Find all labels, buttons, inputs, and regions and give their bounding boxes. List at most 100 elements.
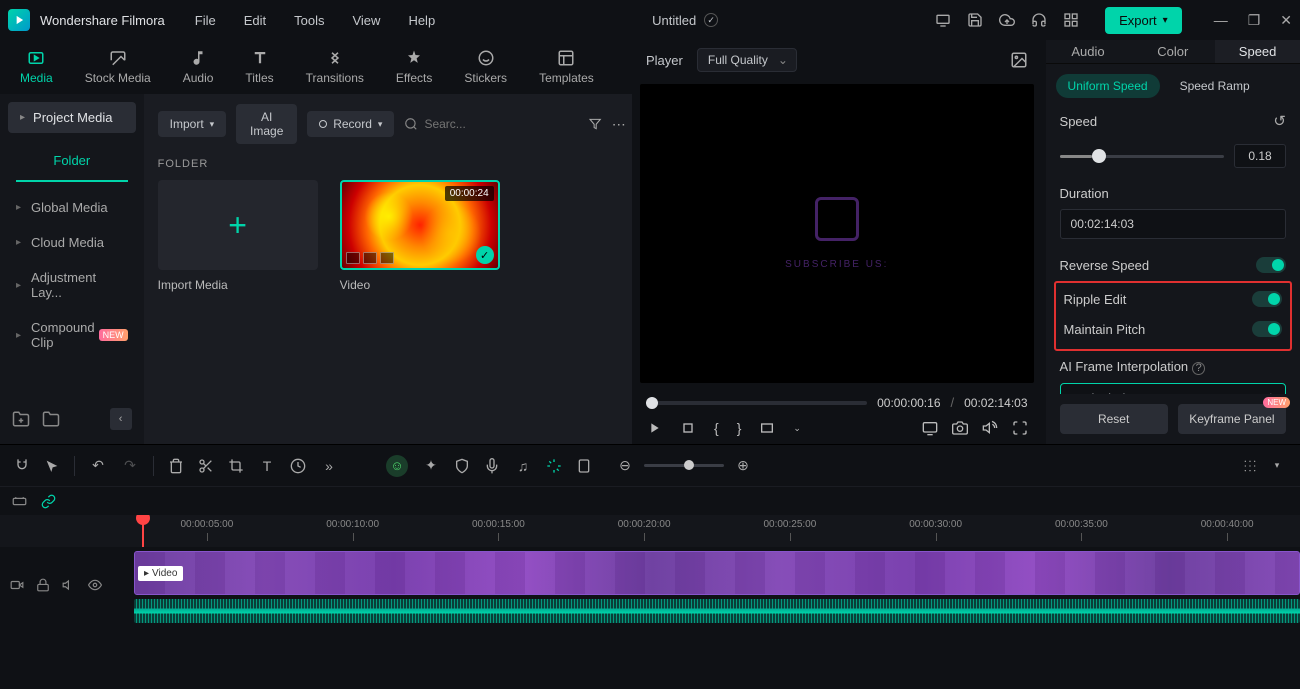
fullscreen-icon[interactable] — [1012, 420, 1028, 436]
minimize-button[interactable]: — — [1214, 12, 1228, 29]
settings-dropdown-icon[interactable]: ▾ — [1268, 460, 1286, 471]
speed-icon[interactable] — [290, 458, 306, 474]
sidebar-global-media[interactable]: Global Media — [0, 190, 144, 225]
folder-tab[interactable]: Folder — [16, 141, 128, 182]
import-media-box[interactable]: + — [158, 180, 318, 270]
tab-effects[interactable]: Effects — [396, 49, 432, 85]
pointer-icon[interactable] — [44, 458, 60, 474]
magnet-icon[interactable] — [14, 458, 30, 474]
ai-image-button[interactable]: AI Image — [236, 104, 297, 144]
tab-media[interactable]: Media — [20, 49, 53, 85]
menu-edit[interactable]: Edit — [244, 13, 266, 28]
tab-templates[interactable]: Templates — [539, 49, 594, 85]
zoom-slider[interactable] — [644, 464, 724, 467]
preview-scrubber[interactable] — [646, 401, 867, 405]
reverse-toggle[interactable] — [1256, 257, 1286, 273]
volume-icon[interactable] — [982, 420, 998, 436]
search-box[interactable] — [404, 117, 579, 131]
undo-icon[interactable]: ↶ — [89, 457, 107, 474]
menu-tools[interactable]: Tools — [294, 13, 324, 28]
menu-file[interactable]: File — [195, 13, 216, 28]
delete-icon[interactable] — [168, 458, 184, 474]
play-button[interactable] — [646, 420, 662, 436]
scrubber-head[interactable] — [646, 397, 658, 409]
more-tools-icon[interactable]: » — [320, 458, 338, 474]
record-button[interactable]: Record▾ — [307, 111, 394, 137]
audio-sync-icon[interactable]: ♫ — [514, 458, 532, 474]
more-icon[interactable]: ⋯ — [612, 116, 626, 133]
speed-slider[interactable] — [1060, 155, 1224, 158]
pitch-toggle[interactable] — [1252, 321, 1282, 337]
auto-beat-icon[interactable] — [546, 458, 562, 474]
text-icon[interactable]: T — [258, 458, 276, 474]
playhead[interactable] — [142, 515, 144, 547]
track-video-icon[interactable] — [10, 578, 24, 592]
preview-screen[interactable]: SUBSCRIBE US: — [640, 84, 1034, 383]
reset-button[interactable]: Reset — [1060, 404, 1168, 434]
search-input[interactable] — [424, 117, 579, 131]
sidebar-adjustment-layer[interactable]: Adjustment Lay... — [0, 260, 144, 310]
grid-icon[interactable] — [1242, 458, 1258, 474]
mark-in-button[interactable]: { — [714, 420, 719, 436]
device-icon[interactable] — [935, 12, 951, 28]
audio-clip[interactable] — [134, 599, 1300, 623]
close-button[interactable]: ✕ — [1280, 12, 1292, 29]
prop-tab-audio[interactable]: Audio — [1046, 40, 1131, 63]
track-mute-icon[interactable] — [62, 578, 76, 592]
aspect-button[interactable] — [759, 420, 775, 436]
track-lock-icon[interactable] — [36, 578, 50, 592]
prop-tab-color[interactable]: Color — [1130, 40, 1215, 63]
tab-stickers[interactable]: Stickers — [464, 49, 507, 85]
time-ruler[interactable]: ✂ 00:00:05:00 00:00:10:00 00:00:15:00 00… — [134, 515, 1300, 547]
tab-stock-media[interactable]: Stock Media — [85, 49, 151, 85]
sparkle-icon[interactable]: ✦ — [422, 457, 440, 474]
speed-slider-thumb[interactable] — [1092, 149, 1106, 163]
cloud-icon[interactable] — [999, 12, 1015, 28]
reset-speed-icon[interactable]: ↺ — [1273, 112, 1286, 130]
zoom-in-icon[interactable]: ⊕ — [734, 457, 752, 474]
marker-icon[interactable] — [576, 458, 592, 474]
tab-transitions[interactable]: Transitions — [306, 49, 364, 85]
ripple-toggle[interactable] — [1252, 291, 1282, 307]
camera-icon[interactable] — [952, 420, 968, 436]
import-button[interactable]: Import▾ — [158, 111, 227, 137]
tab-audio[interactable]: Audio — [183, 49, 214, 85]
menu-view[interactable]: View — [352, 13, 380, 28]
video-thumbnail[interactable]: 00:00:24 ✓ — [340, 180, 500, 270]
stop-button[interactable] — [680, 420, 696, 436]
sidebar-project-media[interactable]: Project Media — [8, 102, 136, 133]
maximize-button[interactable]: ❐ — [1248, 12, 1261, 29]
snapshot-icon[interactable] — [1010, 51, 1028, 69]
video-clip[interactable]: ▸ Video — [134, 551, 1300, 595]
duration-input[interactable] — [1060, 209, 1286, 239]
save-icon[interactable] — [967, 12, 983, 28]
zoom-out-icon[interactable]: ⊖ — [616, 457, 634, 474]
subtab-uniform-speed[interactable]: Uniform Speed — [1056, 74, 1160, 98]
track-visibility-icon[interactable] — [88, 578, 102, 592]
prop-tab-speed[interactable]: Speed — [1215, 40, 1300, 63]
quality-select[interactable]: Full Quality — [697, 48, 797, 72]
help-icon[interactable]: ? — [1192, 362, 1205, 375]
export-button[interactable]: Export▾ — [1105, 7, 1182, 34]
link-clips-icon[interactable] — [12, 494, 27, 509]
sidebar-compound-clip[interactable]: Compound ClipNEW — [0, 310, 144, 360]
display-icon[interactable] — [922, 420, 938, 436]
support-icon[interactable] — [1031, 12, 1047, 28]
apps-icon[interactable] — [1063, 12, 1079, 28]
new-bin-icon[interactable] — [42, 410, 60, 428]
speed-value[interactable]: 0.18 — [1234, 144, 1286, 168]
shield-icon[interactable] — [454, 458, 470, 474]
cut-icon[interactable] — [198, 458, 214, 474]
zoom-thumb[interactable] — [684, 460, 694, 470]
filter-icon[interactable] — [589, 116, 601, 132]
keyframe-panel-button[interactable]: Keyframe Panel NEW — [1178, 404, 1286, 434]
chain-icon[interactable] — [41, 494, 56, 509]
sidebar-cloud-media[interactable]: Cloud Media — [0, 225, 144, 260]
crop-icon[interactable] — [228, 458, 244, 474]
new-folder-icon[interactable] — [12, 410, 30, 428]
ai-face-icon[interactable]: ☺ — [386, 455, 408, 477]
mic-icon[interactable] — [484, 458, 500, 474]
interp-select[interactable]: Optical Flow⌃ — [1060, 383, 1286, 394]
mark-out-button[interactable]: } — [737, 420, 742, 436]
subtab-speed-ramp[interactable]: Speed Ramp — [1168, 74, 1262, 98]
